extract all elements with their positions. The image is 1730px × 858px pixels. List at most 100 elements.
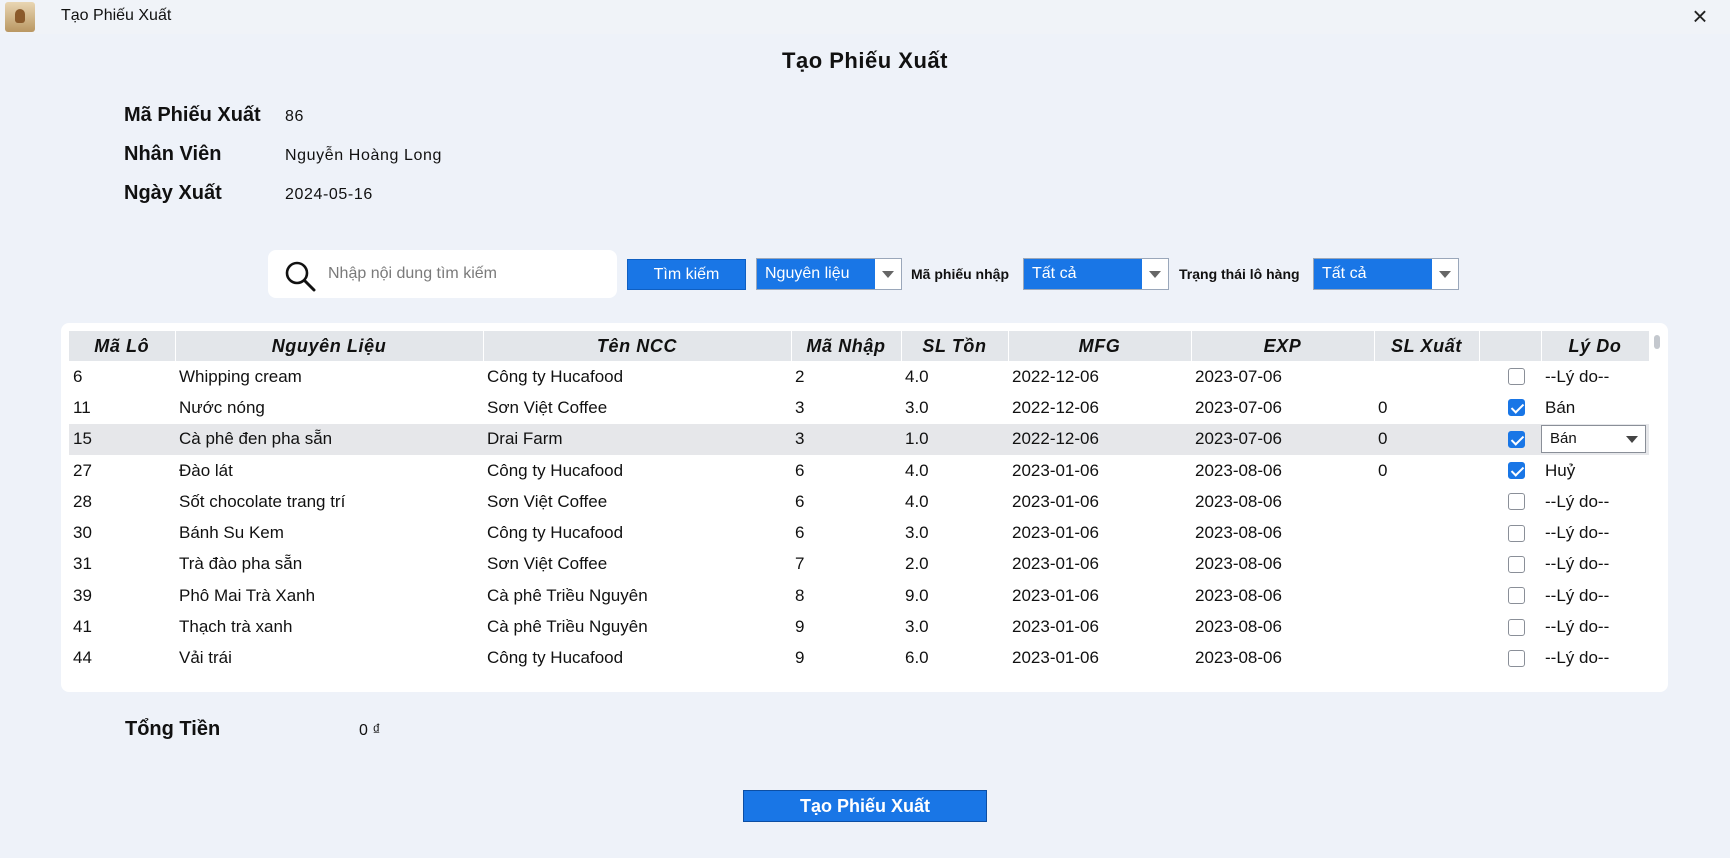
col-header-sl-xuat[interactable]: SL Xuất: [1374, 331, 1480, 361]
search-button[interactable]: Tìm kiếm: [627, 259, 746, 290]
cell-sl-xuat[interactable]: 0: [1374, 455, 1479, 486]
cell-ly-do[interactable]: --Lý do--: [1541, 486, 1649, 517]
search-input[interactable]: [328, 262, 608, 286]
cell-ma-nhap: 3: [795, 397, 805, 417]
cell-sl-xuat[interactable]: 0: [1374, 392, 1479, 423]
col-header-exp[interactable]: EXP: [1191, 331, 1375, 361]
cell-exp: 2023-08-06: [1195, 648, 1282, 668]
cell-ma-lo: 27: [73, 460, 92, 480]
cell-sl-xuat[interactable]: [1374, 643, 1479, 674]
cell-ly-do[interactable]: Bán: [1541, 392, 1649, 423]
cell-exp: 2023-07-06: [1195, 397, 1282, 417]
total-label: Tổng Tiền: [125, 718, 221, 740]
cell-ma-nhap: 6: [795, 491, 805, 511]
table-row[interactable]: 11 Nước nóng Sơn Việt Coffee 3 3.0 2022-12-06…: [69, 392, 1649, 423]
col-header-nguyen-lieu[interactable]: Nguyên Liệu: [175, 331, 484, 361]
table-row[interactable]: 44 Vải trái Công ty Hucafood 9 6.0 2023-01-06…: [69, 643, 1649, 674]
cell-ly-do[interactable]: --Lý do--: [1541, 643, 1649, 674]
cell-mfg: 2023-01-06: [1012, 491, 1099, 511]
cell-ncc: Cà phê Triều Nguyên: [487, 617, 648, 637]
cell-checkbox: [1479, 486, 1541, 517]
row-checkbox[interactable]: [1508, 430, 1525, 448]
category-select-value: Nguyên liệu: [757, 259, 875, 289]
app-logo-icon: [5, 2, 35, 32]
col-header-ly-do[interactable]: Lý Do: [1541, 331, 1650, 361]
cell-ly-do[interactable]: Bán: [1541, 423, 1649, 455]
table-row[interactable]: 30 Bánh Su Kem Công ty Hucafood 6 3.0 2023-01…: [69, 517, 1649, 548]
row-checkbox[interactable]: [1508, 587, 1525, 605]
cell-exp: 2023-08-06: [1195, 585, 1282, 605]
create-export-button[interactable]: Tạo Phiếu Xuất: [743, 790, 987, 822]
table-row[interactable]: 28 Sốt chocolate trang trí Sơn Việt Coffee…: [69, 486, 1649, 517]
cell-ma-nhap: 7: [795, 554, 805, 574]
cell-ma-lo: 6: [73, 366, 83, 386]
chevron-down-icon: [882, 271, 894, 278]
close-icon[interactable]: ×: [1686, 2, 1714, 30]
row-checkbox[interactable]: [1508, 368, 1525, 386]
table-row[interactable]: 6 Whipping cream Công ty Hucafood 2 4.0 2022-…: [69, 361, 1649, 392]
table-row[interactable]: 27 Đào lát Công ty Hucafood 6 4.0 2023-01-06 2…: [69, 455, 1649, 486]
reason-select[interactable]: Bán: [1541, 425, 1646, 454]
row-checkbox[interactable]: [1508, 462, 1525, 480]
row-checkbox[interactable]: [1508, 524, 1525, 542]
cell-checkbox: [1479, 423, 1541, 455]
cell-sl-xuat[interactable]: [1374, 580, 1479, 611]
cell-ly-do[interactable]: --Lý do--: [1541, 580, 1649, 611]
cell-mfg: 2023-01-06: [1012, 648, 1099, 668]
cell-ly-do[interactable]: --Lý do--: [1541, 549, 1649, 580]
cell-ma-lo: 39: [73, 585, 92, 605]
cell-nguyen-lieu: Sốt chocolate trang trí: [179, 491, 346, 511]
cell-ly-do[interactable]: --Lý do--: [1541, 611, 1649, 642]
col-header-ten-ncc[interactable]: Tên NCC: [483, 331, 792, 361]
ma-phieu-nhap-select[interactable]: Tất cả: [1023, 258, 1169, 290]
category-select[interactable]: Nguyên liệu: [756, 258, 902, 290]
row-checkbox[interactable]: [1508, 493, 1525, 511]
cell-checkbox: [1479, 611, 1541, 642]
ma-phieu-nhap-label: Mã phiếu nhập: [911, 266, 1009, 282]
table-row[interactable]: 41 Thạch trà xanh Cà phê Triều Nguyên 9 3.0 2…: [69, 611, 1649, 642]
cell-sl-xuat[interactable]: [1374, 549, 1479, 580]
cell-mfg: 2022-12-06: [1012, 366, 1099, 386]
cell-sl-ton: 2.0: [905, 554, 929, 574]
cell-sl-xuat[interactable]: [1374, 361, 1479, 392]
col-header-sl-ton[interactable]: SL Tồn: [901, 331, 1009, 361]
row-checkbox[interactable]: [1508, 649, 1525, 667]
cell-sl-xuat[interactable]: [1374, 486, 1479, 517]
ngay-xuat-label: Ngày Xuất: [124, 182, 222, 204]
cell-ncc: Sơn Việt Coffee: [487, 554, 608, 574]
cell-checkbox: [1479, 361, 1541, 392]
col-header-ma-lo[interactable]: Mã Lô: [69, 331, 176, 361]
page-title: Tạo Phiếu Xuất: [782, 48, 948, 73]
table-row[interactable]: 31 Trà đào pha sẵn Sơn Việt Coffee 7 2.0 2023…: [69, 549, 1649, 580]
cell-ncc: Công ty Hucafood: [487, 460, 624, 480]
row-checkbox[interactable]: [1508, 618, 1525, 636]
cell-ncc: Sơn Việt Coffee: [487, 491, 608, 511]
col-header-ma-nhap[interactable]: Mã Nhập: [791, 331, 902, 361]
cell-sl-ton: 3.0: [905, 617, 929, 637]
cell-ly-do[interactable]: --Lý do--: [1541, 517, 1649, 548]
cell-ncc: Drai Farm: [483, 423, 791, 455]
ma-phieu-label: Mã Phiếu Xuất: [124, 104, 261, 126]
cell-exp: 2023-08-06: [1195, 554, 1282, 574]
trang-thai-select-value: Tất cả: [1314, 259, 1432, 289]
col-header-checkbox[interactable]: [1479, 331, 1542, 361]
cell-mfg: 2023-01-06: [1012, 554, 1099, 574]
table-row[interactable]: 15 Cà phê đen pha sẵn Drai Farm 3 1.0 2022-12…: [69, 423, 1649, 455]
col-header-mfg[interactable]: MFG: [1008, 331, 1192, 361]
cell-sl-xuat[interactable]: 0: [1374, 423, 1479, 455]
cell-sl-xuat[interactable]: [1374, 611, 1479, 642]
reason-select-value: Bán: [1550, 430, 1577, 448]
cell-sl-xuat[interactable]: [1374, 517, 1479, 548]
cell-ly-do[interactable]: --Lý do--: [1541, 361, 1649, 392]
cell-checkbox: [1479, 549, 1541, 580]
trang-thai-select[interactable]: Tất cả: [1313, 258, 1459, 290]
cell-ma-lo: 28: [73, 491, 92, 511]
cell-ly-do[interactable]: Huỷ: [1541, 455, 1649, 486]
table-scrollbar[interactable]: [1654, 335, 1660, 349]
cell-checkbox: [1479, 643, 1541, 674]
row-checkbox[interactable]: [1508, 399, 1525, 417]
search-icon: [285, 261, 316, 292]
row-checkbox[interactable]: [1508, 555, 1525, 573]
table-row[interactable]: 39 Phô Mai Trà Xanh Cà phê Triều Nguyên 8 9.…: [69, 580, 1649, 611]
cell-ma-lo: 30: [73, 523, 92, 543]
